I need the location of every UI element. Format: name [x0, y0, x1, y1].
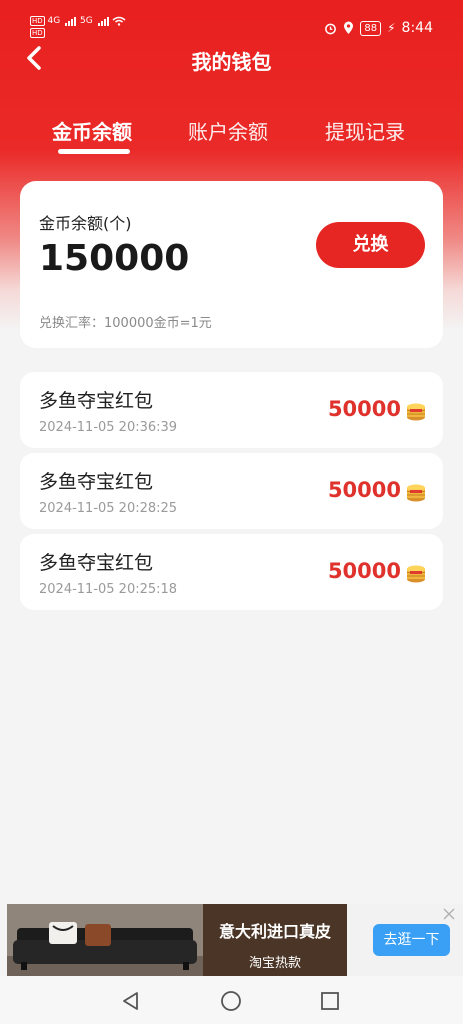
- balance-value: 150000: [39, 238, 190, 279]
- exchange-rate-text: 兑换汇率：100000金币=1元: [39, 316, 212, 331]
- ad-text-panel: 意大利进口真皮 淘宝热款: [203, 904, 347, 976]
- status-time: 8:44: [401, 20, 433, 36]
- back-triangle-icon[interactable]: [120, 990, 142, 1012]
- alarm-icon: [325, 23, 337, 34]
- signal-icon-2: [97, 16, 110, 26]
- tab-account-balance[interactable]: 账户余额: [188, 116, 268, 145]
- record-datetime: 2024-11-05 20:28:25: [39, 501, 178, 516]
- record-amount: 50000: [327, 397, 401, 421]
- location-icon: [344, 21, 354, 34]
- recents-square-icon[interactable]: [319, 990, 341, 1012]
- ad-banner[interactable]: 意大利进口真皮 淘宝热款 去逛一下: [7, 904, 463, 976]
- list-item[interactable]: 多鱼夺宝红包 2024-11-05 20:25:18 50000: [20, 534, 443, 610]
- balance-label: 金币余额(个): [39, 214, 132, 233]
- hd-badge-2: HD: [30, 28, 45, 38]
- record-title: 多鱼夺宝红包: [39, 552, 154, 574]
- network-label-4g: 4G: [47, 16, 61, 26]
- system-nav-bar: [0, 976, 463, 1024]
- wifi-icon: [112, 16, 126, 26]
- charging-icon: ⚡: [387, 21, 396, 35]
- coin-stack-icon: [407, 403, 425, 421]
- hd-badge: HD: [30, 16, 45, 26]
- exchange-button[interactable]: 兑换: [316, 222, 425, 268]
- active-tab-indicator: [58, 149, 130, 154]
- record-datetime: 2024-11-05 20:25:18: [39, 582, 178, 597]
- signal-icon: [65, 16, 77, 26]
- page-title: 我的钱包: [191, 50, 272, 74]
- ad-cta-button[interactable]: 去逛一下: [373, 924, 450, 956]
- battery-indicator: 88: [360, 20, 382, 36]
- list-item[interactable]: 多鱼夺宝红包 2024-11-05 20:36:39 50000: [20, 372, 443, 448]
- wallet-page: HD 4G 5G HD 88 ⚡ 8:44 我的钱包 金币余额 账户余额 提现记…: [0, 0, 463, 1024]
- status-bar: HD 4G 5G HD 88 ⚡ 8:44: [0, 12, 463, 44]
- record-title: 多鱼夺宝红包: [39, 471, 154, 493]
- sofa-illustration: [7, 904, 203, 976]
- network-label-5g: 5G: [79, 16, 93, 26]
- balance-card: 金币余额(个) 150000 兑换 兑换汇率：100000金币=1元: [20, 181, 443, 348]
- close-icon[interactable]: [443, 908, 455, 920]
- home-circle-icon[interactable]: [220, 990, 242, 1012]
- ad-sofa-image: [7, 904, 203, 976]
- record-amount: 50000: [327, 559, 401, 583]
- coin-stack-icon: [407, 484, 425, 502]
- status-left: HD 4G 5G HD: [30, 16, 126, 38]
- status-right: 88 ⚡ 8:44: [324, 20, 433, 36]
- tab-bar: 金币余额 账户余额 提现记录: [0, 116, 463, 166]
- ad-title: 意大利进口真皮: [218, 922, 331, 941]
- record-title: 多鱼夺宝红包: [39, 390, 154, 412]
- tab-coin-balance[interactable]: 金币余额: [52, 116, 132, 145]
- record-datetime: 2024-11-05 20:36:39: [39, 420, 178, 435]
- tab-withdraw-records[interactable]: 提现记录: [325, 116, 405, 145]
- list-item[interactable]: 多鱼夺宝红包 2024-11-05 20:28:25 50000: [20, 453, 443, 529]
- ad-subtitle: 淘宝热款: [248, 956, 301, 971]
- coin-stack-icon: [407, 565, 425, 583]
- record-amount: 50000: [327, 478, 401, 502]
